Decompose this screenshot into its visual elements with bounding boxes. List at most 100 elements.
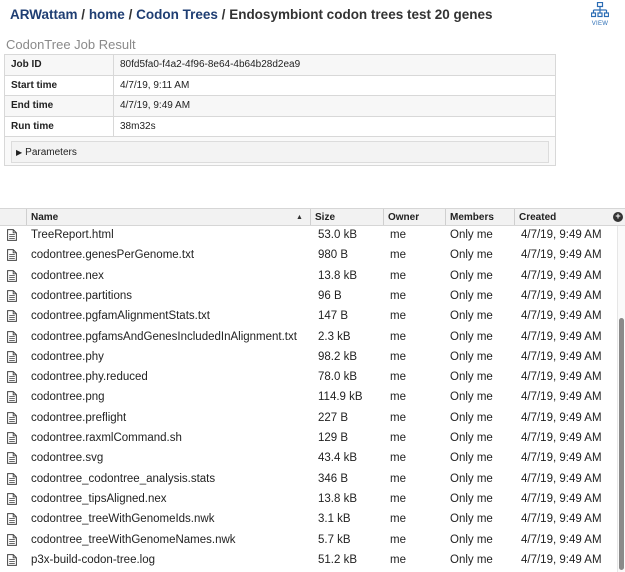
breadcrumb-link-user[interactable]: ARWattam <box>10 7 78 22</box>
file-created: 4/7/19, 9:49 AM <box>521 553 602 566</box>
file-created: 4/7/19, 9:49 AM <box>521 350 602 363</box>
file-name[interactable]: TreeReport.html <box>31 226 114 245</box>
file-created: 4/7/19, 9:49 AM <box>521 289 602 302</box>
header-created[interactable]: Created <box>515 209 611 225</box>
file-size: 227 B <box>318 411 349 424</box>
file-row[interactable]: codontree.svg 43.4 kB me Only me 4/7/19, 9:4… <box>0 449 617 469</box>
file-size: 96 B <box>318 289 342 302</box>
file-table-header: Name ▲ Size Owner Members Created + <box>0 208 625 226</box>
header-name[interactable]: Name <box>27 209 311 225</box>
file-owner: me <box>390 513 406 526</box>
document-file-icon <box>7 533 17 553</box>
file-name[interactable]: codontree.phy <box>31 348 104 367</box>
file-name[interactable]: codontree.partitions <box>31 287 132 306</box>
file-row[interactable]: codontree.pgfamAlignmentStats.txt 147 B me… <box>0 307 617 327</box>
file-name[interactable]: codontree.preflight <box>31 409 126 428</box>
file-size: 78.0 kB <box>318 371 357 384</box>
document-file-icon <box>7 452 17 471</box>
file-name[interactable]: codontree.pgfamsAndGenesIncludedInAlignm… <box>31 328 297 347</box>
file-row[interactable]: codontree_treeWithGenomeNames.nwk 5.7 kB m… <box>0 531 617 551</box>
end-time-label: End time <box>4 95 114 117</box>
file-row[interactable]: codontree.nex 13.8 kB me Only me 4/7/19, 9:4… <box>0 267 617 287</box>
file-name[interactable]: codontree.svg <box>31 449 103 468</box>
file-row[interactable]: p3x-build-codon-tree.log 51.2 kB me Only me… <box>0 551 617 571</box>
header-owner[interactable]: Owner <box>384 209 446 225</box>
file-name[interactable]: codontree.pgfamAlignmentStats.txt <box>31 307 210 326</box>
header-members[interactable]: Members <box>446 209 515 225</box>
file-members: Only me <box>450 432 493 444</box>
parameters-label: Parameters <box>25 146 77 158</box>
file-size: 5.7 kB <box>318 533 351 546</box>
file-row[interactable]: codontree.raxmlCommand.sh 129 B me Only me 4… <box>0 429 617 449</box>
file-owner: me <box>390 472 406 485</box>
run-time-label: Run time <box>4 115 114 137</box>
job-id-label: Job ID <box>4 54 114 76</box>
file-created: 4/7/19, 9:49 AM <box>521 452 602 465</box>
sort-up-icon[interactable]: ▲ <box>296 209 303 226</box>
file-created: 4/7/19, 9:49 AM <box>521 513 602 526</box>
file-row[interactable]: codontree_treeWithGenomeIds.nwk 3.1 kB me O… <box>0 510 617 530</box>
add-column-icon[interactable]: + <box>613 212 623 222</box>
scrollbar-thumb[interactable] <box>619 318 624 570</box>
file-row[interactable]: codontree_codontree_analysis.stats 346 B m… <box>0 470 617 490</box>
header-size[interactable]: Size <box>311 209 384 225</box>
file-row[interactable]: codontree.preflight 227 B me Only me 4/7/19,… <box>0 409 617 429</box>
file-members: Only me <box>450 533 493 546</box>
file-name[interactable]: codontree.phy.reduced <box>31 368 148 387</box>
parameters-toggle[interactable]: ▶ Parameters <box>11 141 549 163</box>
file-name[interactable]: codontree.nex <box>31 267 104 286</box>
file-name[interactable]: p3x-build-codon-tree.log <box>31 551 155 570</box>
document-file-icon <box>7 289 17 309</box>
file-created: 4/7/19, 9:49 AM <box>521 411 602 424</box>
file-row[interactable]: codontree.genesPerGenome.txt 980 B me Only … <box>0 246 617 266</box>
file-owner: me <box>390 371 406 384</box>
file-members: Only me <box>450 310 493 323</box>
breadcrumb-link-codon-trees[interactable]: Codon Trees <box>136 7 218 22</box>
hierarchy-tree-icon <box>591 2 609 18</box>
file-created: 4/7/19, 9:49 AM <box>521 229 602 241</box>
file-name[interactable]: codontree_treeWithGenomeIds.nwk <box>31 510 214 529</box>
file-created: 4/7/19, 9:49 AM <box>521 249 602 262</box>
file-members: Only me <box>450 229 493 241</box>
file-name[interactable]: codontree_tipsAligned.nex <box>31 490 167 509</box>
run-time-value: 38m32s <box>113 115 556 137</box>
file-name[interactable]: codontree_codontree_analysis.stats <box>31 470 215 489</box>
file-owner: me <box>390 553 406 566</box>
file-row[interactable]: codontree_tipsAligned.nex 13.8 kB me Only m… <box>0 490 617 510</box>
file-name[interactable]: codontree_treeWithGenomeNames.nwk <box>31 531 236 550</box>
file-owner: me <box>390 249 406 262</box>
file-row[interactable]: codontree.partitions 96 B me Only me 4/7/19,… <box>0 287 617 307</box>
view-button[interactable]: VIEW <box>588 2 612 28</box>
file-owner: me <box>390 269 406 282</box>
file-row[interactable]: codontree.pgfamsAndGenesIncludedInAlignm… <box>0 328 617 348</box>
document-file-icon <box>7 492 17 512</box>
file-size: 114.9 kB <box>318 391 363 404</box>
file-owner: me <box>390 432 406 444</box>
job-info-row: End time 4/7/19, 9:49 AM <box>4 95 556 117</box>
file-members: Only me <box>450 330 493 343</box>
document-file-icon <box>7 229 17 248</box>
file-name[interactable]: codontree.raxmlCommand.sh <box>31 429 182 448</box>
file-size: 13.8 kB <box>318 269 357 282</box>
job-result-title: CodonTree Job Result <box>6 37 136 52</box>
file-created: 4/7/19, 9:49 AM <box>521 330 602 343</box>
document-file-icon <box>7 310 17 329</box>
file-size: 53.0 kB <box>318 229 357 241</box>
document-file-icon <box>7 472 17 492</box>
file-created: 4/7/19, 9:49 AM <box>521 371 602 384</box>
file-row[interactable]: codontree.phy 98.2 kB me Only me 4/7/19, 9:4… <box>0 348 617 368</box>
breadcrumb-link-home[interactable]: home <box>89 7 125 22</box>
file-size: 51.2 kB <box>318 553 357 566</box>
file-members: Only me <box>450 513 493 526</box>
file-row[interactable]: codontree.png 114.9 kB me Only me 4/7/19, 9:… <box>0 388 617 408</box>
file-members: Only me <box>450 249 493 262</box>
breadcrumb: ARWattam / home / Codon Trees / Endosymb… <box>10 7 493 22</box>
file-size: 43.4 kB <box>318 452 357 465</box>
file-row[interactable]: TreeReport.html 53.0 kB me Only me 4/7/19, 9… <box>0 226 617 246</box>
file-name[interactable]: codontree.png <box>31 388 105 407</box>
file-row[interactable]: codontree.phy.reduced 78.0 kB me Only me 4/7… <box>0 368 617 388</box>
document-file-icon <box>7 249 17 268</box>
file-name[interactable]: codontree.genesPerGenome.txt <box>31 246 194 265</box>
breadcrumb-separator: / <box>81 7 86 22</box>
file-size: 980 B <box>318 249 349 262</box>
